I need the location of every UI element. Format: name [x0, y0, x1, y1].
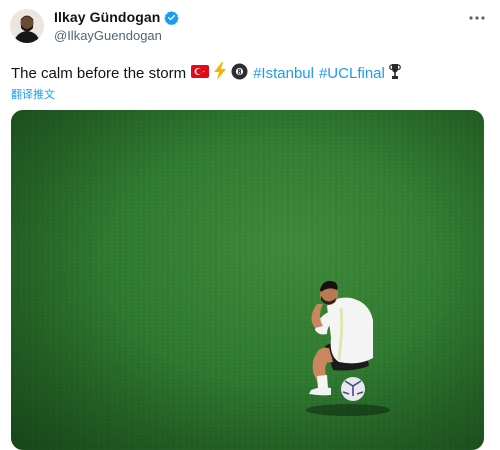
avatar-image — [10, 9, 44, 43]
hashtag-istanbul[interactable]: #Istanbul — [253, 64, 314, 84]
lightning-icon — [213, 62, 227, 86]
turkey-flag-icon — [191, 64, 210, 84]
player-figure — [306, 281, 390, 416]
verified-badge-icon — [164, 10, 180, 25]
tweet: Ilkay Gündogan @IlkayGuendogan The calm … — [0, 0, 500, 450]
hashtag-uclfinal[interactable]: #UCLfinal — [319, 64, 385, 84]
tweet-media-photo[interactable] — [11, 110, 484, 450]
photo-vignette — [11, 110, 484, 450]
author-name-row: Ilkay Gündogan — [54, 9, 180, 25]
more-options-icon[interactable] — [466, 8, 488, 28]
tweet-body: The calm before the storm — [11, 65, 187, 82]
author-display-name[interactable]: Ilkay Gündogan — [54, 9, 160, 25]
tweet-text: The calm before the storm #Istanbul #UCL… — [11, 62, 401, 86]
author-handle[interactable]: @IlkayGuendogan — [54, 28, 162, 43]
author-avatar[interactable] — [10, 9, 44, 43]
translate-link[interactable]: 翻译推文 — [11, 86, 55, 102]
trophy-icon — [389, 63, 401, 86]
8-ball-icon — [231, 63, 248, 86]
